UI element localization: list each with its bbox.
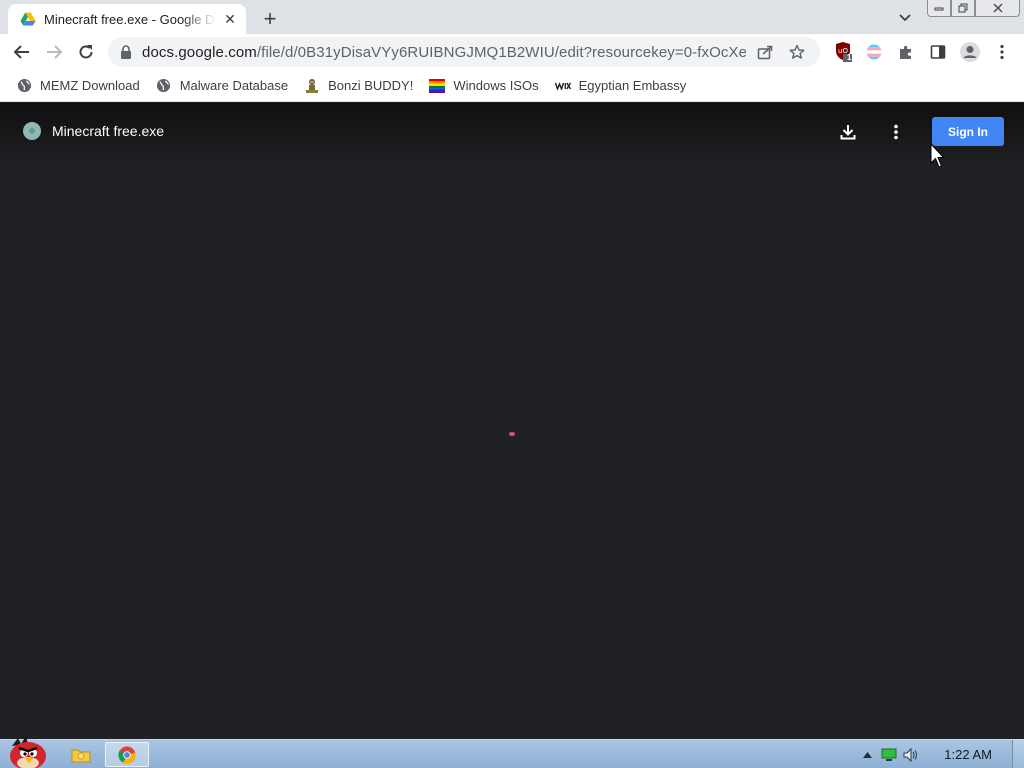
tab-search-icon[interactable] — [894, 8, 916, 28]
google-drive-icon — [20, 11, 36, 27]
globe-icon — [156, 78, 172, 94]
back-icon[interactable] — [8, 38, 36, 66]
download-icon[interactable] — [835, 119, 861, 145]
bonzi-icon — [304, 78, 320, 94]
new-tab-button[interactable]: + — [258, 7, 282, 31]
taskbar-clock[interactable]: 1:22 AM — [944, 747, 992, 762]
close-tab-icon[interactable]: ✕ — [222, 11, 238, 27]
bookmark-label: Windows ISOs — [453, 78, 539, 93]
url-path: /file/d/0B31yDisaVYy6RUIBNGJMQ1B2WIU/edi… — [256, 43, 746, 61]
drive-file-viewer: Minecraft free.exe Sign In — [0, 103, 1024, 739]
bookmark-star-icon[interactable] — [784, 39, 810, 65]
bookmark-egyptian-embassy[interactable]: Egyptian Embassy — [547, 72, 695, 100]
wix-icon — [554, 78, 571, 94]
lock-icon[interactable] — [120, 45, 134, 59]
sign-in-button[interactable]: Sign In — [932, 117, 1004, 146]
show-desktop-button[interactable] — [1012, 740, 1024, 768]
url-host: docs.google.com — [142, 43, 257, 61]
tab-strip: Minecraft free.exe - Google Drive ✕ + — [0, 0, 1024, 34]
bookmark-malware-database[interactable]: Malware Database — [148, 72, 296, 100]
window-controls — [927, 0, 1020, 18]
browser-menu-icon[interactable] — [989, 39, 1015, 65]
volume-icon[interactable] — [900, 744, 922, 766]
bookmark-label: MEMZ Download — [40, 78, 140, 93]
browser-toolbar: docs.google.com/file/d/0B31yDisaVYy6RUIB… — [0, 34, 1024, 70]
start-button-angry-bird-icon[interactable] — [4, 732, 50, 768]
bookmarks-bar: MEMZ Download Malware Database Bonzi BUD… — [0, 70, 1024, 102]
taskbar: 1:22 AM — [0, 736, 1024, 768]
show-hidden-icons-icon[interactable] — [856, 744, 878, 766]
system-tray: 1:22 AM — [856, 740, 1024, 768]
bookmark-memz-download[interactable]: MEMZ Download — [8, 72, 148, 100]
tab-title: Minecraft free.exe - Google Drive — [44, 11, 216, 27]
globe-icon — [16, 78, 32, 94]
more-options-icon[interactable] — [883, 119, 909, 145]
extensions-puzzle-icon[interactable] — [893, 39, 919, 65]
bookmark-windows-isos[interactable]: Windows ISOs — [421, 72, 546, 100]
loading-spinner — [509, 432, 515, 436]
side-panel-icon[interactable] — [925, 39, 951, 65]
pride-flag-extension-icon[interactable] — [861, 39, 887, 65]
browser-tab[interactable]: Minecraft free.exe - Google Drive ✕ — [8, 4, 246, 34]
rainbow-flag-icon — [429, 78, 446, 94]
extension-badge: 1 — [847, 53, 852, 62]
minimize-icon[interactable] — [927, 0, 951, 17]
chrome-taskbar-button[interactable] — [105, 742, 149, 767]
file-title: Minecraft free.exe — [52, 123, 165, 139]
file-type-icon — [23, 122, 41, 140]
restore-icon[interactable] — [951, 0, 975, 17]
forward-icon[interactable] — [40, 38, 68, 66]
profile-avatar-icon[interactable] — [957, 39, 983, 65]
address-bar[interactable]: docs.google.com/file/d/0B31yDisaVYy6RUIB… — [108, 37, 820, 67]
bookmark-label: Bonzi BUDDY! — [328, 78, 414, 93]
bookmark-label: Malware Database — [179, 78, 289, 93]
share-icon[interactable] — [752, 39, 778, 65]
network-icon[interactable] — [878, 744, 900, 766]
chrome-icon — [118, 746, 136, 764]
bookmark-label: Egyptian Embassy — [578, 78, 687, 93]
ublock-extension-icon[interactable]: uO 1 — [830, 39, 856, 65]
mouse-cursor-icon — [930, 143, 944, 168]
bookmark-bonzi-buddy[interactable]: Bonzi BUDDY! — [296, 72, 421, 100]
reload-icon[interactable] — [72, 38, 100, 66]
url-text: docs.google.com/file/d/0B31yDisaVYy6RUIB… — [142, 44, 746, 61]
explorer-folder-icon[interactable] — [68, 742, 94, 767]
close-window-icon[interactable] — [975, 0, 1020, 17]
